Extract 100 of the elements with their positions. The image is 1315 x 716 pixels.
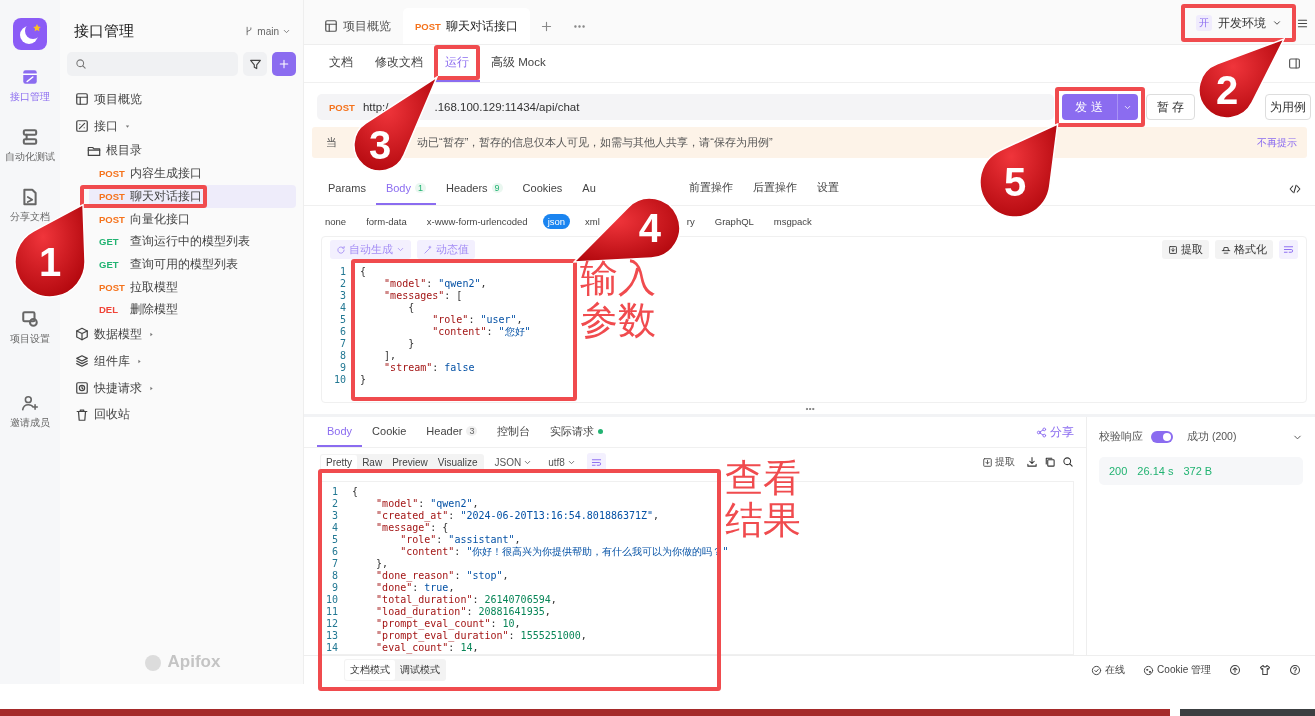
plus-icon xyxy=(278,58,290,70)
document-tab[interactable]: POST 聊天对话接口 xyxy=(403,8,530,44)
param-tab[interactable]: Cookies xyxy=(512,172,573,205)
line-number: 12 xyxy=(324,618,338,630)
tree-item[interactable]: 根目录 xyxy=(106,143,142,159)
endpoint-item[interactable]: DEL 删除模型 xyxy=(89,298,296,322)
tree-item[interactable]: 快捷请求 xyxy=(94,380,142,396)
code-icon xyxy=(1289,182,1301,195)
endpoint-item[interactable]: GET 查询运行中的模型列表 xyxy=(89,230,296,254)
code-line: "eval_count": 14, xyxy=(375,642,479,654)
result-select[interactable]: 成功 (200) xyxy=(1187,430,1237,444)
nav-item[interactable]: 分享文档 xyxy=(10,188,50,224)
view-tab[interactable]: 运行 xyxy=(434,45,480,82)
body-type-option[interactable]: x-www-form-urlencoded xyxy=(421,213,533,229)
save-draft-button[interactable]: 暂 存 xyxy=(1145,94,1195,120)
code-line: "message": { xyxy=(375,522,449,534)
tree-item[interactable]: 项目概览 xyxy=(94,91,142,107)
line-number: 3 xyxy=(338,290,346,302)
caret-right-icon xyxy=(147,330,156,339)
annotation-note: 查看结果 xyxy=(725,458,801,542)
extract-icon xyxy=(1168,244,1178,255)
share-button[interactable]: 分享 xyxy=(1036,424,1074,440)
view-tab[interactable]: 高级 Mock xyxy=(480,45,557,82)
view-option[interactable]: Pretty xyxy=(321,454,358,470)
extract-button[interactable]: 提取 xyxy=(1162,240,1209,259)
document-tab[interactable]: 项目概览 xyxy=(312,8,403,44)
layout-icon xyxy=(75,92,89,107)
search-field[interactable] xyxy=(67,52,238,76)
tree-item[interactable]: 组件库 xyxy=(94,353,130,369)
body-type-option[interactable]: none xyxy=(320,213,352,229)
response-tab[interactable]: 控制台 xyxy=(487,417,541,447)
body-type-option[interactable]: xml xyxy=(580,213,605,229)
param-tab[interactable]: Headers 9 xyxy=(436,172,513,205)
filter-icon xyxy=(248,57,262,71)
endpoint-item[interactable]: GET 查询可用的模型列表 xyxy=(89,253,296,276)
param-tab[interactable]: 前置操作 xyxy=(678,172,743,205)
tree-item[interactable]: 回收站 xyxy=(94,407,130,423)
online-status[interactable]: 在线 xyxy=(1091,663,1126,677)
nav-item[interactable]: 自动化测试 xyxy=(5,128,55,164)
cookie-manager-button[interactable]: Cookie 管理 xyxy=(1143,663,1211,677)
cube-icon xyxy=(75,327,89,342)
plus-icon xyxy=(539,19,553,33)
view-tab[interactable]: 文档 xyxy=(318,45,364,82)
body-type-option[interactable]: GraphQL xyxy=(709,213,759,229)
code-line: "done_reason": "stop", xyxy=(375,570,509,582)
extract-button[interactable]: 提取 xyxy=(977,455,1020,469)
url-field[interactable]: POST http:/ .168.100.129:11434/api/chat xyxy=(317,94,1054,120)
view-option[interactable]: Preview xyxy=(387,454,433,470)
nav-item[interactable]: 项目设置 xyxy=(10,310,50,346)
param-tab[interactable]: Au xyxy=(572,172,606,205)
search-icon xyxy=(1062,456,1074,468)
tree-item[interactable]: 数据模型 xyxy=(94,327,142,342)
body-type-option[interactable]: msgpack xyxy=(768,213,817,229)
view-tab[interactable]: 修改文档 xyxy=(364,45,434,82)
code-line: "model": "qwen2", xyxy=(375,498,479,510)
nav-item[interactable]: 接口管理 xyxy=(10,68,50,104)
code-line: } xyxy=(360,374,367,386)
add-button[interactable] xyxy=(272,52,296,76)
document-icon xyxy=(21,188,39,206)
endpoint-item[interactable]: POST 内容生成接口 xyxy=(89,162,296,185)
encoding-select[interactable]: utf8 xyxy=(543,456,581,468)
mode-option[interactable]: 文档模式 xyxy=(345,660,395,680)
response-tab[interactable]: Header 3 xyxy=(416,417,488,447)
format-select[interactable]: JSON xyxy=(489,456,538,468)
response-tab[interactable]: Cookie xyxy=(362,417,417,447)
chevron-down-icon xyxy=(396,245,405,254)
body-type-option[interactable]: json xyxy=(542,213,571,229)
wrap-button[interactable] xyxy=(1279,240,1298,259)
body-type-option[interactable]: ry xyxy=(681,213,700,229)
param-tab[interactable]: Params xyxy=(318,172,376,205)
layers-icon xyxy=(75,354,89,369)
nav-item[interactable]: 邀请成员 xyxy=(10,394,50,430)
dismiss-link[interactable]: 不再提示 xyxy=(1257,135,1297,150)
mode-option[interactable]: 调试模式 xyxy=(395,660,445,680)
format-button[interactable]: 格式化 xyxy=(1215,240,1273,259)
filter-button[interactable] xyxy=(243,52,267,76)
help-icon xyxy=(1289,664,1301,676)
endpoint-item[interactable]: POST 拉取模型 xyxy=(89,275,296,299)
endpoint-item[interactable]: POST 向量化接口 xyxy=(89,207,296,231)
branch-selector[interactable]: main xyxy=(244,25,291,37)
body-type-option[interactable]: form-data xyxy=(361,213,412,229)
param-tab[interactable]: 设置 xyxy=(806,172,849,205)
line-number: 6 xyxy=(330,546,338,558)
response-tab[interactable]: 实际请求 xyxy=(540,417,614,447)
line-number: 11 xyxy=(324,606,338,618)
save-case-button[interactable]: 为用例 xyxy=(1265,94,1311,120)
tree-item[interactable]: 接口 xyxy=(94,118,118,134)
response-tab[interactable]: Body xyxy=(317,417,363,447)
cookie-icon xyxy=(1143,664,1155,676)
param-tab[interactable]: 后置操作 xyxy=(742,172,807,205)
refresh-icon xyxy=(336,244,346,255)
line-number: 2 xyxy=(330,498,338,510)
send-button[interactable]: 发 送 xyxy=(1061,94,1138,120)
download-icon xyxy=(1026,456,1038,468)
validate-toggle[interactable] xyxy=(1151,431,1173,443)
environment-select[interactable]: 开 开发环境 xyxy=(1188,10,1290,36)
view-option[interactable]: Visualize xyxy=(432,454,483,470)
view-option[interactable]: Raw xyxy=(357,454,388,470)
chevron-down-icon xyxy=(1272,18,1282,28)
code-line: "created_at": "2024-06-20T13:16:54.801886371Z", xyxy=(375,510,660,522)
